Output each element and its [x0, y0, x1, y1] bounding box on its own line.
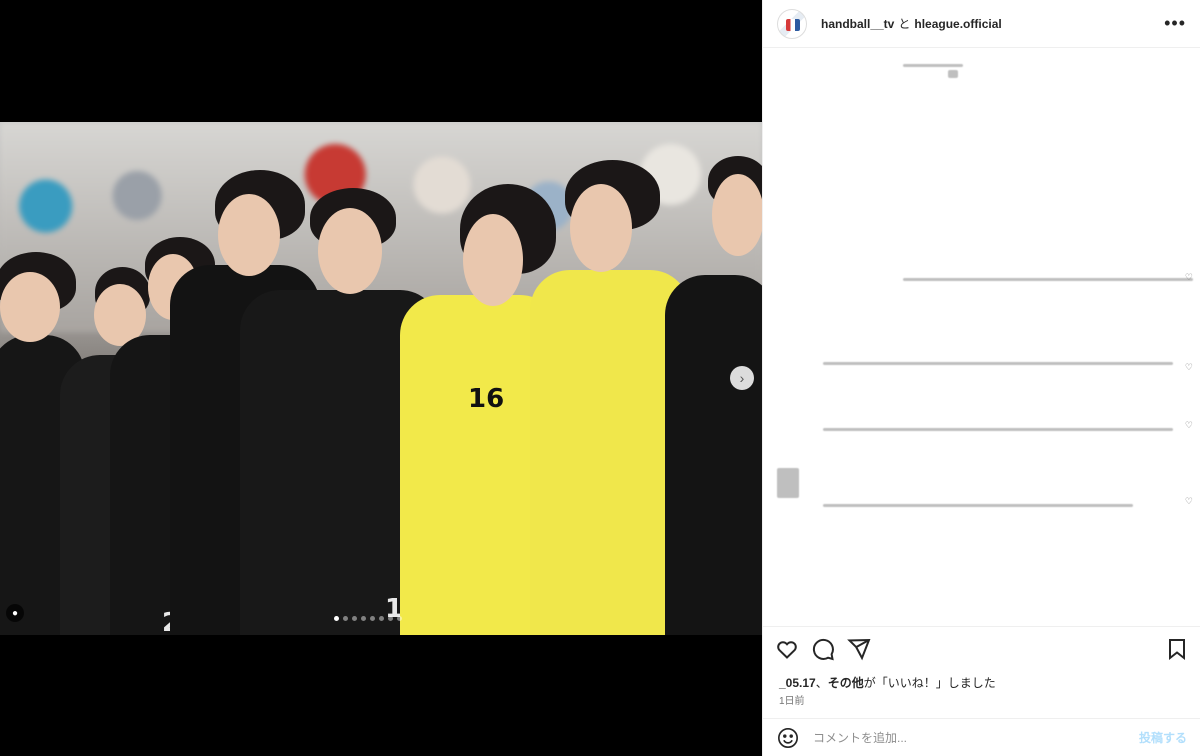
player-face: [218, 194, 280, 276]
likes-separator: 、: [815, 676, 828, 690]
post-timestamp[interactable]: 1日前: [779, 692, 805, 707]
comment-blur: [777, 468, 799, 498]
player-face: [712, 174, 762, 256]
comment-blur: [823, 504, 1133, 507]
comment-blur: [948, 70, 958, 78]
share-icon[interactable]: [847, 637, 871, 661]
author-conjunction: と: [898, 17, 911, 31]
carousel-indicator: [334, 616, 402, 621]
carousel-dot: [370, 616, 375, 621]
comment-like-icon[interactable]: ♡: [1185, 362, 1193, 373]
likes-others-link[interactable]: その他: [828, 676, 864, 690]
comment-input[interactable]: [813, 730, 1123, 745]
carousel-dot: [343, 616, 348, 621]
chevron-right-icon: ›: [739, 370, 745, 386]
player-face: [318, 208, 382, 294]
comment-like-icon[interactable]: ♡: [1185, 420, 1193, 431]
carousel-dot: [334, 616, 339, 621]
jersey-number: 16: [468, 384, 505, 414]
comment-like-icon[interactable]: ♡: [1185, 272, 1193, 283]
author-line: handball__tv と hleague.official: [821, 15, 1002, 32]
carousel-dot: [352, 616, 357, 621]
player-face: [570, 184, 632, 272]
post-header: handball__tv と hleague.official •••: [763, 0, 1200, 48]
post-comment-button[interactable]: 投稿する: [1139, 729, 1187, 746]
emoji-icon[interactable]: [777, 727, 799, 749]
heart-icon[interactable]: [775, 637, 799, 661]
comments-area[interactable]: ♡ ♡ ♡ ♡: [763, 48, 1200, 626]
carousel-next-button[interactable]: ›: [730, 366, 754, 390]
comment-like-icon[interactable]: ♡: [1185, 496, 1193, 507]
comment-icon[interactable]: [811, 637, 835, 661]
likes-summary: _05.17、その他が「いいね！」しました: [779, 674, 996, 691]
player-face: [463, 214, 523, 306]
avatar[interactable]: [777, 8, 807, 39]
carousel-dot: [388, 616, 393, 621]
collaborator-username[interactable]: hleague.official: [914, 17, 1001, 31]
bookmark-icon[interactable]: [1165, 637, 1189, 661]
comment-blur: [823, 428, 1173, 431]
comment-blur: [823, 362, 1173, 365]
likes-suffix: が「いいね！」しました: [863, 676, 996, 690]
carousel-dot: [361, 616, 366, 621]
author-username[interactable]: handball__tv: [821, 17, 894, 31]
comment-blur: [903, 64, 963, 67]
media-pane: 25 18 16 › ●: [0, 0, 762, 756]
comment-blur: [903, 278, 1193, 281]
post-photo[interactable]: 25 18 16: [0, 122, 762, 635]
user-tag-icon[interactable]: ●: [6, 604, 24, 622]
player: [665, 275, 762, 635]
post-sidebar: handball__tv と hleague.official ••• ♡ ♡ ♡ …: [762, 0, 1200, 756]
ellipsis-icon[interactable]: •••: [1164, 13, 1186, 34]
post-actions: [763, 626, 1200, 670]
liked-by-username[interactable]: _05.17: [779, 676, 816, 690]
carousel-dot: [379, 616, 384, 621]
player-face: [0, 272, 60, 342]
carousel-dot: [397, 616, 402, 621]
comment-bar: 投稿する: [763, 718, 1200, 756]
